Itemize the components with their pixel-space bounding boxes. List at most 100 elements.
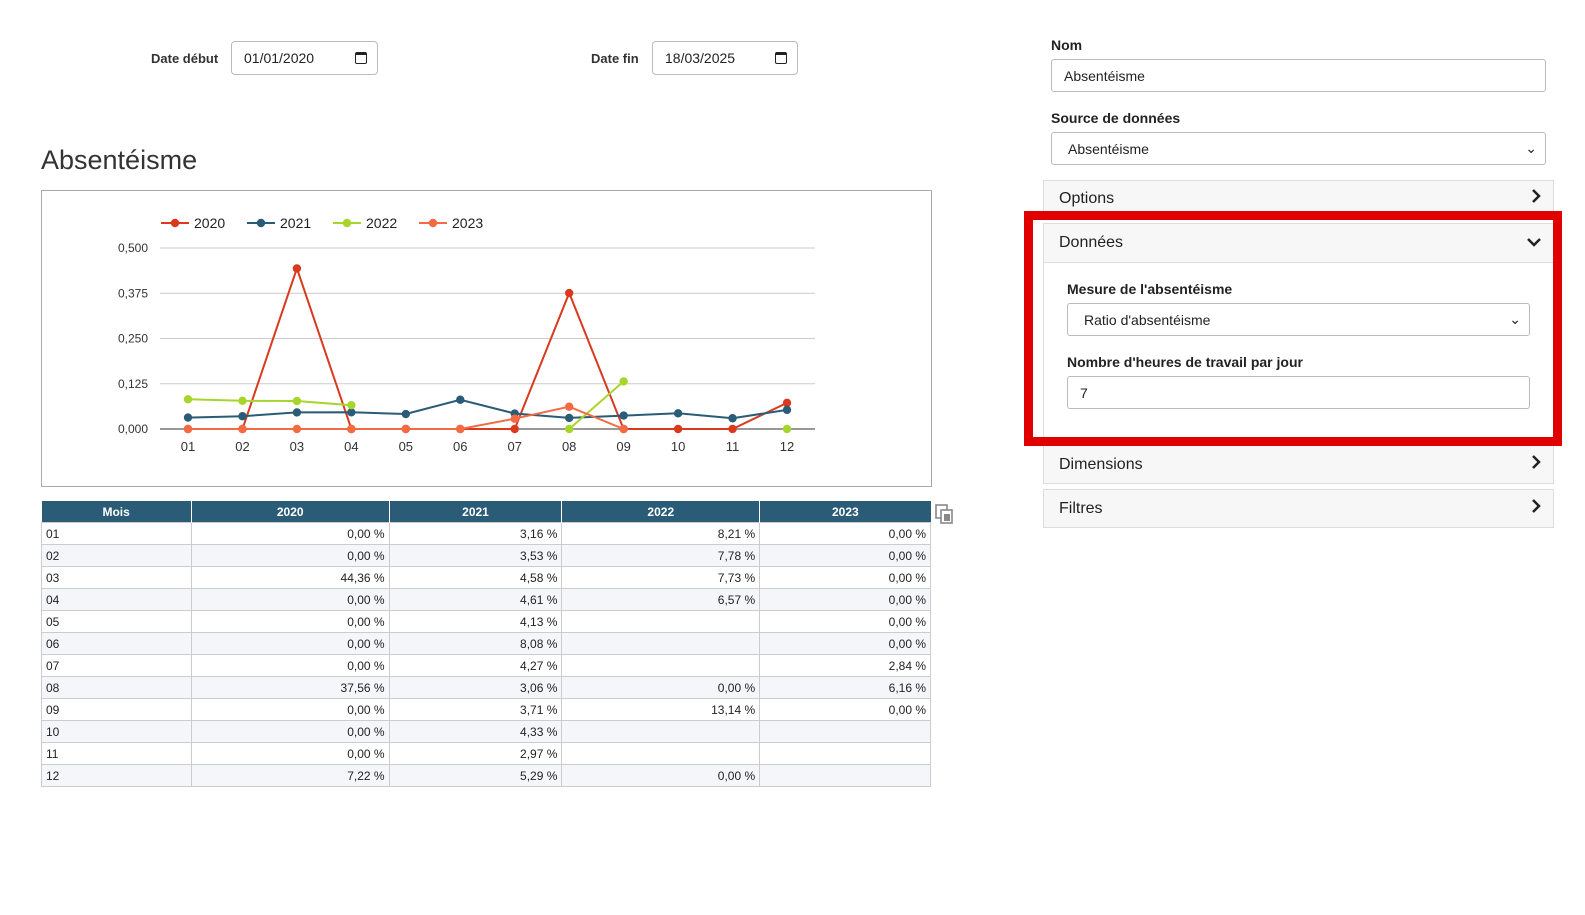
table-cell: 07 xyxy=(41,654,192,677)
table-cell: 10 xyxy=(41,720,192,743)
table-cell: 0,00 % xyxy=(759,632,931,655)
data-point xyxy=(238,412,247,421)
section-options[interactable]: Options xyxy=(1043,180,1554,217)
table-cell: 7,78 % xyxy=(561,544,761,567)
table-row: 05 0,00 % 4,13 % 0,00 % xyxy=(41,610,931,633)
chevron-right-icon xyxy=(1531,455,1541,474)
table-header-cell: 2021 xyxy=(389,501,563,523)
table-header-row: Mois 2020 2021 2022 2023 xyxy=(41,501,931,523)
legend-label: 2020 xyxy=(194,215,225,231)
legend-label: 2022 xyxy=(366,215,397,231)
section-donnees-label: Données xyxy=(1059,234,1124,251)
section-filtres[interactable]: Filtres xyxy=(1043,489,1554,528)
chevron-down-icon: ⌄ xyxy=(1509,311,1521,327)
x-tick-label: 01 xyxy=(181,439,195,454)
line-chart: 0,500 0,375 0,250 0,125 0,000 01 02 03 04 05 06 07 0… xyxy=(118,215,815,454)
copy-icon[interactable] xyxy=(935,504,953,529)
calendar-icon[interactable] xyxy=(775,52,787,64)
data-table-wrapper: Mois 2020 2021 2022 2023 01 0,00 % 3,16 % 8,21 … xyxy=(41,501,931,787)
nom-input[interactable]: Absentéisme xyxy=(1051,59,1546,92)
data-point xyxy=(238,424,247,434)
chart-container: 0,500 0,375 0,250 0,125 0,000 01 02 03 04 05 06 07 0… xyxy=(41,190,932,487)
table-cell xyxy=(561,742,761,765)
table-row: 01 0,00 % 3,16 % 8,21 % 0,00 % xyxy=(41,522,931,545)
table-cell: 6,57 % xyxy=(561,588,761,611)
table-cell: 12 xyxy=(41,764,192,787)
table-cell: 37,56 % xyxy=(190,676,390,699)
x-tick-label: 10 xyxy=(671,439,685,454)
table-cell: 4,27 % xyxy=(388,654,563,677)
table-cell xyxy=(759,720,931,743)
series-line-2021 xyxy=(187,398,788,420)
data-point xyxy=(728,414,737,423)
legend-label: 2023 xyxy=(452,215,483,231)
date-debut-label: Date début xyxy=(151,51,219,66)
chevron-right-icon xyxy=(1531,189,1541,208)
data-point xyxy=(456,424,465,434)
data-table: Mois 2020 2021 2022 2023 01 0,00 % 3,16 % 8,21 … xyxy=(41,501,931,787)
data-point xyxy=(292,264,302,273)
table-cell: 4,33 % xyxy=(388,720,563,743)
table-row: 03 44,36 % 4,58 % 7,73 % 0,00 % xyxy=(41,566,931,589)
table-cell: 0,00 % xyxy=(190,544,390,567)
x-tick-label: 09 xyxy=(616,439,630,454)
table-row: 02 0,00 % 3,53 % 7,78 % 0,00 % xyxy=(41,544,931,567)
table-cell: 2,84 % xyxy=(759,654,931,677)
source-value: Absentéisme xyxy=(1068,140,1149,157)
table-cell: 02 xyxy=(41,544,192,567)
table-cell: 04 xyxy=(41,588,192,611)
chevron-down-icon: ⌄ xyxy=(1525,140,1537,156)
table-cell: 0,00 % xyxy=(190,610,390,633)
date-fin-value: 18/03/2025 xyxy=(665,50,736,66)
table-cell: 0,00 % xyxy=(759,566,931,589)
data-point xyxy=(183,395,193,404)
calendar-icon[interactable] xyxy=(355,52,367,64)
mesure-select[interactable]: Ratio d'absentéisme ⌄ xyxy=(1067,303,1530,336)
table-cell: 5,29 % xyxy=(388,764,563,787)
table-cell: 0,00 % xyxy=(759,610,931,633)
table-cell: 4,61 % xyxy=(388,588,563,611)
mesure-value: Ratio d'absentéisme xyxy=(1084,311,1211,328)
section-dimensions-label: Dimensions xyxy=(1059,455,1143,473)
data-point xyxy=(619,411,628,420)
table-row: 04 0,00 % 4,61 % 6,57 % 0,00 % xyxy=(41,588,931,611)
y-tick-label: 0,125 xyxy=(118,377,148,391)
table-cell: 6,16 % xyxy=(759,676,931,699)
x-tick-label: 12 xyxy=(780,439,794,454)
table-cell xyxy=(561,654,761,677)
table-cell: 4,58 % xyxy=(388,566,563,589)
table-cell: 13,14 % xyxy=(561,698,761,721)
table-row: 09 0,00 % 3,71 % 13,14 % 0,00 % xyxy=(41,698,931,721)
table-cell: 44,36 % xyxy=(190,566,390,589)
table-cell: 0,00 % xyxy=(759,544,931,567)
data-point xyxy=(292,424,302,434)
table-cell: 0,00 % xyxy=(561,676,761,699)
table-cell: 0,00 % xyxy=(561,764,761,787)
table-cell: 0,00 % xyxy=(190,632,390,655)
data-point xyxy=(564,288,574,298)
y-tick-label: 0,250 xyxy=(118,332,148,346)
table-cell: 8,08 % xyxy=(388,632,563,655)
table-header-cell: Mois xyxy=(41,501,192,523)
table-cell: 0,00 % xyxy=(759,698,931,721)
date-fin-input[interactable]: 18/03/2025 xyxy=(652,41,798,75)
table-cell: 09 xyxy=(41,698,192,721)
data-point xyxy=(564,402,574,411)
x-tick-label: 06 xyxy=(453,439,467,454)
x-tick-label: 11 xyxy=(726,439,740,454)
table-cell: 0,00 % xyxy=(190,698,390,721)
table-cell: 4,13 % xyxy=(388,610,563,633)
table-header-cell: 2023 xyxy=(759,501,931,523)
heures-input[interactable]: 7 xyxy=(1067,376,1530,409)
data-point xyxy=(782,424,792,434)
table-row: 07 0,00 % 4,27 % 2,84 % xyxy=(41,654,931,677)
data-point xyxy=(183,413,193,422)
mesure-label: Mesure de l'absentéisme xyxy=(1067,281,1233,297)
legend-marker xyxy=(428,218,438,228)
section-donnees[interactable]: Données xyxy=(1043,223,1554,263)
table-cell: 0,00 % xyxy=(190,720,390,743)
section-dimensions[interactable]: Dimensions xyxy=(1043,445,1554,484)
date-debut-input[interactable]: 01/01/2020 xyxy=(231,41,378,75)
table-cell: 11 xyxy=(41,742,192,765)
source-select[interactable]: Absentéisme ⌄ xyxy=(1051,132,1546,165)
